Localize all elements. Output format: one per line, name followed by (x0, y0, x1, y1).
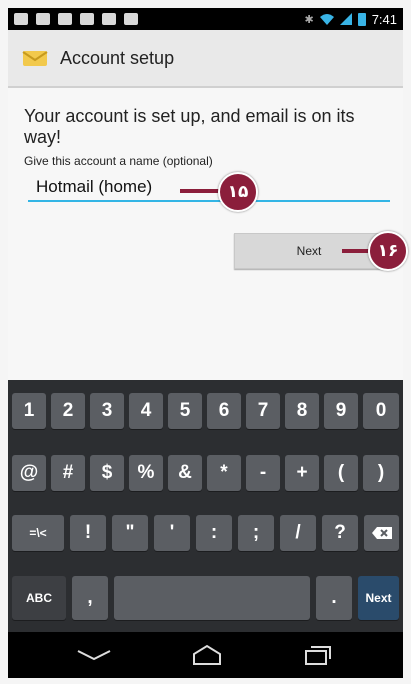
email-icon-2 (36, 13, 50, 25)
phone-screen: ✱ 7:41 Account setup Your account is set… (0, 0, 411, 684)
game-controller-icon (124, 13, 138, 25)
recent-apps-icon[interactable] (304, 644, 332, 666)
key-semicolon[interactable]: ; (238, 515, 274, 551)
key-4[interactable]: 4 (129, 393, 163, 429)
backspace-icon (371, 527, 392, 539)
key-hash[interactable]: # (51, 455, 85, 491)
action-bar: Account setup (8, 30, 403, 88)
key-3[interactable]: 3 (90, 393, 124, 429)
page-title: Account setup (60, 47, 175, 68)
status-bar: ✱ 7:41 (8, 8, 403, 30)
hide-keyboard-icon[interactable] (76, 649, 112, 661)
key-percent[interactable]: % (129, 455, 163, 491)
key-5[interactable]: 5 (168, 393, 202, 429)
battery-icon (357, 12, 366, 26)
key-double-quote[interactable]: " (112, 515, 148, 551)
signal-icon (339, 13, 352, 25)
callout-15: ۱۵ (218, 172, 258, 212)
image-icon (102, 13, 116, 25)
account-name-label: Give this account a name (optional) (24, 154, 213, 168)
mute-icon: ✱ (304, 13, 314, 26)
key-exclamation[interactable]: ! (70, 515, 106, 551)
keyboard-next-key[interactable]: Next (358, 576, 399, 620)
backspace-key[interactable] (364, 515, 399, 551)
key-minus[interactable]: - (246, 455, 280, 491)
key-8[interactable]: 8 (285, 393, 319, 429)
account-setup-content: Your account is set up, and email is on … (8, 88, 408, 380)
key-colon[interactable]: : (196, 515, 232, 551)
key-plus[interactable]: + (285, 455, 319, 491)
abc-key[interactable]: ABC (12, 576, 66, 620)
clock: 7:41 (371, 11, 397, 27)
space-key[interactable] (114, 576, 310, 620)
key-7[interactable]: 7 (246, 393, 280, 429)
key-2[interactable]: 2 (51, 393, 85, 429)
key-0[interactable]: 0 (363, 393, 399, 429)
callout-16: ۱۶ (368, 231, 408, 271)
key-single-quote[interactable]: ' (154, 515, 190, 551)
navigation-bar (8, 632, 403, 678)
twitter-icon-2 (80, 13, 94, 25)
email-icon (14, 13, 28, 25)
key-dollar[interactable]: $ (90, 455, 124, 491)
key-period[interactable]: . (316, 576, 352, 620)
wifi-icon (319, 14, 334, 25)
key-close-paren[interactable]: ) (363, 455, 399, 491)
key-9[interactable]: 9 (324, 393, 358, 429)
key-open-paren[interactable]: ( (324, 455, 358, 491)
key-slash[interactable]: / (280, 515, 316, 551)
email-app-icon (22, 51, 48, 66)
account-name-field[interactable]: Hotmail (home) (28, 174, 390, 202)
key-6[interactable]: 6 (207, 393, 241, 429)
key-question[interactable]: ? (322, 515, 358, 551)
notification-icons (14, 13, 138, 25)
key-asterisk[interactable]: * (207, 455, 241, 491)
twitter-icon (58, 13, 72, 25)
system-icons: ✱ 7:41 (304, 12, 397, 27)
key-more-symbols[interactable]: =\< (12, 515, 64, 551)
key-comma[interactable]: , (72, 576, 108, 620)
key-1[interactable]: 1 (12, 393, 46, 429)
setup-complete-message: Your account is set up, and email is on … (24, 106, 355, 147)
home-icon[interactable] (192, 644, 222, 666)
key-at[interactable]: @ (12, 455, 46, 491)
account-name-value: Hotmail (home) (36, 177, 153, 196)
key-ampersand[interactable]: & (168, 455, 202, 491)
symbol-keyboard: 1 2 3 4 5 6 7 8 9 0 @ # $ % & * - + ( ) … (8, 380, 403, 632)
callout-15-pointer (180, 189, 222, 193)
